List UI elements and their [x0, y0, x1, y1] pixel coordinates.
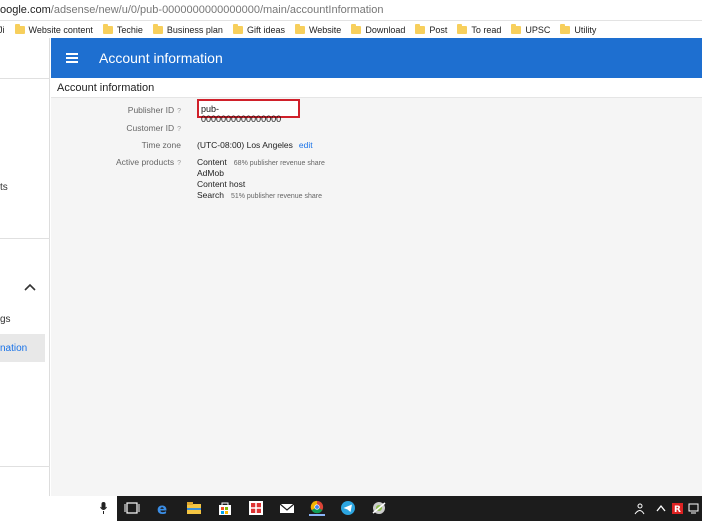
sidebar-item-reports[interactable]: ts — [0, 182, 8, 193]
active-products-label: Active products? — [51, 157, 181, 167]
label-text: Customer ID — [126, 123, 175, 133]
bookmark-label: Ji — [0, 24, 5, 35]
left-sidebar: ts gs nation — [0, 38, 50, 496]
sidebar-item-settings[interactable]: gs — [0, 314, 11, 325]
app-header: Account information — [51, 38, 702, 78]
product-name: Search — [197, 190, 224, 200]
bookmark-label: Website — [308, 24, 342, 35]
bookmarks-bar: Ji Website content Techie Business plan … — [0, 21, 702, 38]
sidebar-item-label: nation — [0, 343, 28, 354]
folder-icon — [102, 23, 113, 34]
timezone-text: (UTC-08:00) Los Angeles — [197, 140, 293, 150]
windows-taskbar: e R — [0, 496, 702, 521]
hamburger-menu-icon[interactable] — [66, 53, 78, 63]
label-text: Active products — [115, 157, 175, 167]
timezone-edit-link[interactable]: edit — [299, 140, 313, 150]
account-info-panel: Publisher ID? pub-0000000000000000 Custo… — [51, 98, 702, 496]
task-view-icon[interactable] — [124, 500, 140, 516]
bookmark-gift-ideas[interactable]: Gift ideas — [232, 23, 285, 35]
taskbar-search-box[interactable] — [0, 496, 117, 521]
bookmark-label: Website content — [28, 24, 93, 35]
product-share: 51% publisher revenue share — [230, 193, 322, 200]
file-explorer-icon[interactable] — [186, 500, 202, 516]
folder-icon — [294, 23, 305, 34]
folder-icon — [351, 23, 362, 34]
bookmark-techie[interactable]: Techie — [102, 23, 143, 35]
publisher-id-text: pub-0000000000000000 — [201, 104, 282, 124]
bookmark-label: UPSC — [525, 24, 551, 35]
help-icon[interactable]: ? — [177, 160, 181, 167]
svg-text:R: R — [674, 505, 681, 515]
bookmark-label: Gift ideas — [246, 24, 285, 35]
bookmark-download[interactable]: Download — [351, 23, 406, 35]
settings-app-icon[interactable] — [371, 500, 387, 516]
bookmark-website[interactable]: Website — [294, 23, 342, 35]
folder-icon — [415, 23, 426, 34]
bookmark-ji[interactable]: Ji — [0, 25, 5, 35]
store-icon[interactable] — [217, 500, 233, 516]
chevron-up-tray-icon[interactable] — [656, 502, 666, 515]
folder-icon — [232, 23, 243, 34]
url-host: oogle.com — [0, 4, 51, 16]
timezone-label: Time zone — [51, 140, 181, 150]
bookmark-upsc[interactable]: UPSC — [511, 23, 551, 35]
publisher-id-label: Publisher ID? — [51, 105, 181, 115]
customer-id-label: Customer ID? — [51, 123, 181, 133]
sidebar-divider — [0, 238, 50, 239]
main-content: Account information Publisher ID? pub-00… — [51, 78, 702, 496]
bookmark-to-read[interactable]: To read — [457, 23, 502, 35]
antivirus-tray-icon[interactable]: R — [672, 502, 683, 515]
folder-icon — [560, 23, 571, 34]
product-name: Content host — [197, 179, 246, 189]
gift-app-icon[interactable] — [248, 500, 264, 516]
help-icon[interactable]: ? — [177, 126, 181, 133]
product-name: AdMob — [197, 168, 224, 178]
bookmark-label: Business plan — [166, 24, 223, 35]
url-text[interactable]: oogle.com/adsense/new/u/0/pub-0000000000… — [0, 4, 383, 16]
bookmark-label: Download — [365, 24, 406, 35]
bookmark-label: Post — [429, 24, 448, 35]
sidebar-divider — [0, 466, 50, 467]
people-icon[interactable] — [633, 502, 645, 515]
bookmark-label: To read — [471, 24, 502, 35]
folder-icon — [511, 23, 522, 34]
mail-icon[interactable] — [279, 500, 295, 516]
product-item: Search 51% publisher revenue share — [197, 190, 322, 200]
svg-text:e: e — [157, 500, 167, 516]
bookmark-business-plan[interactable]: Business plan — [152, 23, 223, 35]
publisher-id-value: pub-0000000000000000 — [197, 99, 300, 124]
bookmark-label: Techie — [116, 24, 143, 35]
product-item: Content 68% publisher revenue share — [197, 157, 325, 167]
folder-icon — [457, 23, 468, 34]
product-item: Content host — [197, 179, 245, 189]
product-name: Content — [197, 157, 227, 167]
sidebar-divider — [0, 78, 50, 79]
product-share: 68% publisher revenue share — [233, 160, 325, 167]
section-title: Account information — [51, 78, 702, 98]
folder-icon — [152, 23, 163, 34]
help-icon[interactable]: ? — [177, 108, 181, 115]
chrome-icon[interactable] — [309, 500, 325, 516]
network-tray-icon[interactable] — [688, 502, 700, 515]
label-text: Time zone — [141, 140, 181, 150]
bookmark-utility[interactable]: Utility — [560, 23, 597, 35]
label-text: Publisher ID — [127, 105, 175, 115]
microphone-icon[interactable] — [100, 502, 107, 514]
timezone-value: (UTC-08:00) Los Angeles edit — [197, 140, 313, 150]
telegram-icon[interactable] — [340, 500, 356, 516]
bookmark-post[interactable]: Post — [415, 23, 448, 35]
bookmark-website-content[interactable]: Website content — [14, 23, 93, 35]
sidebar-item-account-information[interactable]: nation — [0, 334, 45, 362]
edge-browser-icon[interactable]: e — [155, 500, 171, 516]
chevron-up-icon[interactable] — [24, 282, 36, 292]
url-path: /adsense/new/u/0/pub-0000000000000000/ma… — [50, 4, 384, 16]
page-title: Account information — [99, 50, 223, 66]
address-bar[interactable]: oogle.com/adsense/new/u/0/pub-0000000000… — [0, 0, 702, 21]
product-item: AdMob — [197, 168, 224, 178]
folder-icon — [14, 23, 25, 34]
bookmark-label: Utility — [574, 24, 597, 35]
